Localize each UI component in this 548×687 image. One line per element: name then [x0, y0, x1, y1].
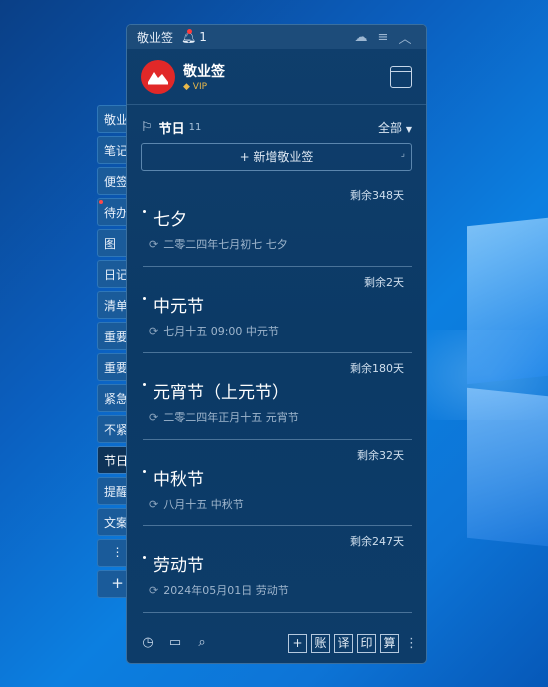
list-item[interactable]: 剩余247天 劳动节 ⟳ 2024年05月01日 劳动节 — [143, 526, 412, 613]
bullet-icon — [143, 296, 146, 300]
days-remaining: 剩余247天 — [350, 535, 404, 548]
side-tab-label: 节日 — [104, 454, 129, 468]
profile-header: 敬业签 ◆ VIP — [127, 49, 426, 105]
notification-count: 1 — [199, 30, 207, 44]
list-item[interactable]: 剩余348天 七夕 ⟳ 二零二四年七月初七 七夕 — [143, 180, 412, 267]
side-tab-label: 紧急 — [104, 392, 129, 406]
filter-dropdown[interactable]: 全部 ▼ — [378, 119, 412, 136]
add-note-label: + 新增敬业签 — [239, 150, 314, 164]
app-panel: 敬业签 🔔︎ 1 ☁ ≡ ︿ 敬业签 ◆ VIP ⚐ 节日 11 全部 ▼ + … — [126, 24, 427, 664]
bullet-icon — [143, 556, 146, 559]
item-title: 劳动节 — [153, 556, 204, 576]
item-date: 二零二四年七月初七 七夕 — [163, 238, 288, 251]
print-button[interactable]: 印 — [357, 633, 376, 653]
days-remaining: 剩余180天 — [350, 362, 404, 375]
menu-icon[interactable]: ≡ — [372, 30, 394, 45]
item-date: 2024年05月01日 劳动节 — [163, 584, 289, 597]
desktop-logo-pane-bottom — [467, 387, 548, 547]
repeat-icon: ⟳ — [149, 411, 159, 424]
side-tab-label: + — [111, 574, 124, 592]
list-item[interactable]: 剩余2天 中元节 ⟳ 七月十五 09:00 中元节 — [143, 267, 412, 353]
vip-badge[interactable]: ◆ VIP — [183, 82, 225, 92]
bullet-icon — [143, 469, 146, 473]
side-tab-label: 文案 — [104, 516, 129, 530]
app-info: 敬业签 ◆ VIP — [183, 61, 225, 92]
section-count: 11 — [188, 121, 202, 133]
logo-icon — [141, 59, 175, 94]
side-tab-label: 日记 — [104, 268, 129, 282]
notification-button[interactable]: 🔔︎ 1 — [181, 29, 207, 44]
repeat-icon: ⟳ — [149, 497, 159, 511]
item-subtitle: ⟳ 二零二四年正月十五 元宵节 — [149, 409, 299, 425]
item-title: 元宵节（上元节） — [153, 383, 289, 403]
unread-dot — [99, 200, 103, 204]
desktop-logo-pane-top — [467, 217, 548, 385]
list-item[interactable]: 剩余32天 中秋节 ⟳ 八月十五 中秋节 — [143, 440, 412, 526]
side-tab-label: 重要 — [104, 330, 129, 344]
title-bar: 敬业签 🔔︎ 1 ☁ ≡ ︿ — [127, 25, 426, 49]
item-title: 七夕 — [153, 210, 187, 230]
footer-toolbar: ◷ ▭ ⌕ + 账 译 印 算 ⋮ — [127, 623, 426, 663]
bullet-icon — [143, 210, 146, 213]
repeat-icon: ⟳ — [149, 324, 159, 338]
search-icon[interactable]: ⌕ — [191, 632, 213, 654]
item-subtitle: ⟳ 八月十五 中秋节 — [149, 496, 244, 512]
filter-label: 全部 — [378, 120, 403, 135]
section-title: 节日 — [158, 121, 185, 137]
side-tab-label: 图 — [104, 237, 117, 251]
days-remaining: 剩余32天 — [357, 448, 404, 462]
clock-icon[interactable]: ◷ — [137, 632, 159, 654]
more-icon[interactable]: ⋮ — [405, 636, 418, 651]
festival-list: 剩余348天 七夕 ⟳ 二零二四年七月初七 七夕 剩余2天 中元节 ⟳ 七月十五 0… — [127, 180, 426, 613]
add-button[interactable]: + — [288, 633, 307, 653]
days-remaining: 剩余2天 — [364, 275, 404, 289]
side-tab-label: 重要 — [104, 361, 129, 375]
item-title: 中元节 — [153, 296, 204, 317]
bullet-icon — [143, 383, 146, 386]
expand-icon[interactable]: ⌟ — [401, 141, 405, 167]
item-subtitle: ⟳ 二零二四年七月初七 七夕 — [149, 236, 288, 252]
days-remaining: 剩余348天 — [350, 189, 404, 202]
titlebar-app-name: 敬业签 — [137, 30, 174, 45]
collapse-icon[interactable]: ︿ — [394, 28, 416, 47]
side-tab-label: 待办 — [104, 206, 129, 220]
side-tab-label: 清单 — [104, 299, 129, 313]
notification-dot — [187, 29, 193, 34]
section-header: ⚐ 节日 11 全部 ▼ — [127, 105, 426, 139]
bookmark-icon: ⚐ — [141, 119, 153, 135]
vip-label: VIP — [192, 82, 208, 92]
side-tab-label: 便签 — [104, 175, 129, 189]
item-date: 七月十五 09:00 中元节 — [163, 324, 279, 338]
ledger-button[interactable]: 账 — [311, 633, 330, 653]
item-title: 中秋节 — [153, 469, 204, 490]
add-note-button[interactable]: + 新增敬业签 ⌟ — [141, 143, 412, 171]
side-tab-label: 笔记 — [104, 144, 129, 158]
app-name: 敬业签 — [183, 64, 225, 80]
side-tab-label: 提醒 — [104, 485, 129, 499]
side-tab-label: ⋮ — [111, 545, 124, 559]
list-item[interactable]: 剩余180天 元宵节（上元节） ⟳ 二零二四年正月十五 元宵节 — [143, 353, 412, 440]
cloud-icon[interactable]: ☁ — [350, 30, 372, 45]
item-date: 八月十五 中秋节 — [163, 497, 244, 511]
repeat-icon: ⟳ — [149, 238, 159, 251]
item-subtitle: ⟳ 2024年05月01日 劳动节 — [149, 582, 289, 598]
side-tab-label: 敬业 — [104, 113, 129, 127]
chevron-down-icon: ▼ — [405, 124, 412, 134]
item-subtitle: ⟳ 七月十五 09:00 中元节 — [149, 323, 279, 339]
repeat-icon: ⟳ — [149, 584, 159, 597]
item-date: 二零二四年正月十五 元宵节 — [163, 411, 299, 424]
translate-button[interactable]: 译 — [334, 633, 353, 653]
inbox-icon[interactable]: ▭ — [164, 632, 186, 654]
calculator-button[interactable]: 算 — [380, 633, 399, 653]
side-tab-label: 不紧 — [104, 423, 129, 437]
calendar-icon[interactable] — [390, 65, 412, 88]
